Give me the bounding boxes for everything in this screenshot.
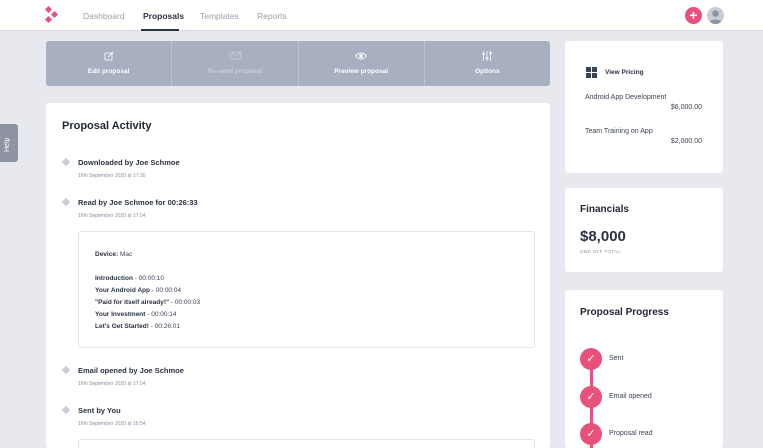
edit-icon [104,51,113,61]
timeline-dot [61,157,71,167]
preview-proposal-label: Preview proposal [334,68,389,75]
active-tab-indicator [141,29,179,31]
options-button[interactable]: Options [425,41,550,86]
event-title: Email opened by Joe Schmoe [78,366,184,375]
user-avatar[interactable] [707,7,724,24]
timeline-dot [61,197,71,207]
timeline-dot [61,365,71,375]
options-label: Options [475,68,500,75]
nav-dashboard[interactable]: Dashboard [83,11,125,21]
section-time-line: Introduction - 00:00:10 [95,275,165,282]
financials-card: Financials $8,000 ONE OFF TOTAL: [565,188,723,272]
eye-icon [355,52,368,60]
section-time-line: Your Android App - 00:00:04 [95,287,182,294]
device-label: Device: [95,251,119,258]
section-time: 00:00:03 [174,299,201,306]
grid-icon[interactable] [586,67,597,78]
user-icon [709,10,722,24]
resend-proposal-button[interactable]: Re-send proposal [172,41,299,86]
proposal-progress-card: Proposal Progress ✓ Sent ✓ Email opened … [565,290,723,448]
pricing-item-name: Android App Development [585,94,667,101]
read-details-box: Device: Mac Introduction - 00:00:10 Your… [78,231,535,348]
mail-icon [227,51,242,60]
section-time-line: "Paid for itself already!" - 00:00:03 [95,299,201,306]
section-name: Your Android App [95,287,150,294]
financials-amount: $8,000 [580,228,626,245]
check-icon: ✓ [580,348,602,370]
section-time-line: Your Investment - 00:00:14 [95,311,177,318]
device-value: Mac [119,251,133,258]
section-name: "Paid for itself already!" [95,299,170,306]
nav-proposals[interactable]: Proposals [143,11,184,21]
section-time: 00:00:14 [151,311,177,318]
event-date: 16th September 2020 at 17:30 [78,173,146,179]
pricing-card: View Pricing Android App Development $6,… [565,41,723,173]
event-title: Downloaded by Joe Schmoe [78,158,180,167]
section-name: Your Investment [95,311,146,318]
progress-step-label: Email opened [609,393,652,400]
timeline-dot [61,405,71,415]
progress-step-label: Proposal read [609,430,653,437]
check-icon: ✓ [580,423,602,445]
progress-title: Proposal Progress [580,307,669,318]
section-time: 00:00:04 [155,287,182,294]
section-time-line: Let's Get Started! - 00:26:01 [95,323,181,330]
financials-title: Financials [580,204,629,215]
progress-step-label: Sent [609,355,624,362]
pricing-item-price: $2,000.00 [670,138,702,145]
pricing-item-name: Team Training on App [585,128,653,135]
sliders-icon [482,51,493,61]
nav-reports[interactable]: Reports [257,11,287,21]
help-tab[interactable]: Help [0,124,18,162]
help-label: Help [4,137,11,152]
section-name: Let's Get Started! [95,323,149,330]
preview-proposal-button[interactable]: Preview proposal [299,41,425,86]
section-time: 00:26:01 [154,323,181,330]
section-time: 00:00:10 [138,275,165,282]
event-title: Read by Joe Schmoe for 00:26:33 [78,198,198,207]
resend-proposal-label: Re-send proposal [207,68,263,75]
device-line: Device: Mac [95,251,132,258]
plus-icon[interactable]: + [685,7,702,24]
section-name: Introduction [95,275,133,282]
sent-details-box [78,439,535,448]
event-date: 16th September 2020 at 17:04 [78,381,146,387]
edit-proposal-button[interactable]: Edit proposal [46,41,173,86]
event-date: 16th September 2020 at 17:04 [78,213,146,219]
logo-icon[interactable] [44,6,60,24]
activity-title: Proposal Activity [62,120,152,132]
proposal-activity-card: Proposal Activity Downloaded by Joe Schm… [46,103,550,448]
check-icon: ✓ [580,386,602,408]
view-pricing-link[interactable]: View Pricing [605,69,644,76]
pricing-item-price: $6,000.00 [670,104,702,111]
proposal-toolbar: Edit proposal Re-send proposal Preview p… [46,41,550,86]
top-navigation-bar: Dashboard Proposals Templates Reports + [0,0,763,31]
event-date: 16th September 2020 at 16:54 [78,421,146,427]
event-title: Sent by You [78,406,121,415]
edit-proposal-label: Edit proposal [87,68,130,75]
nav-templates[interactable]: Templates [200,11,239,21]
financials-subtitle: ONE OFF TOTAL: [580,249,623,254]
